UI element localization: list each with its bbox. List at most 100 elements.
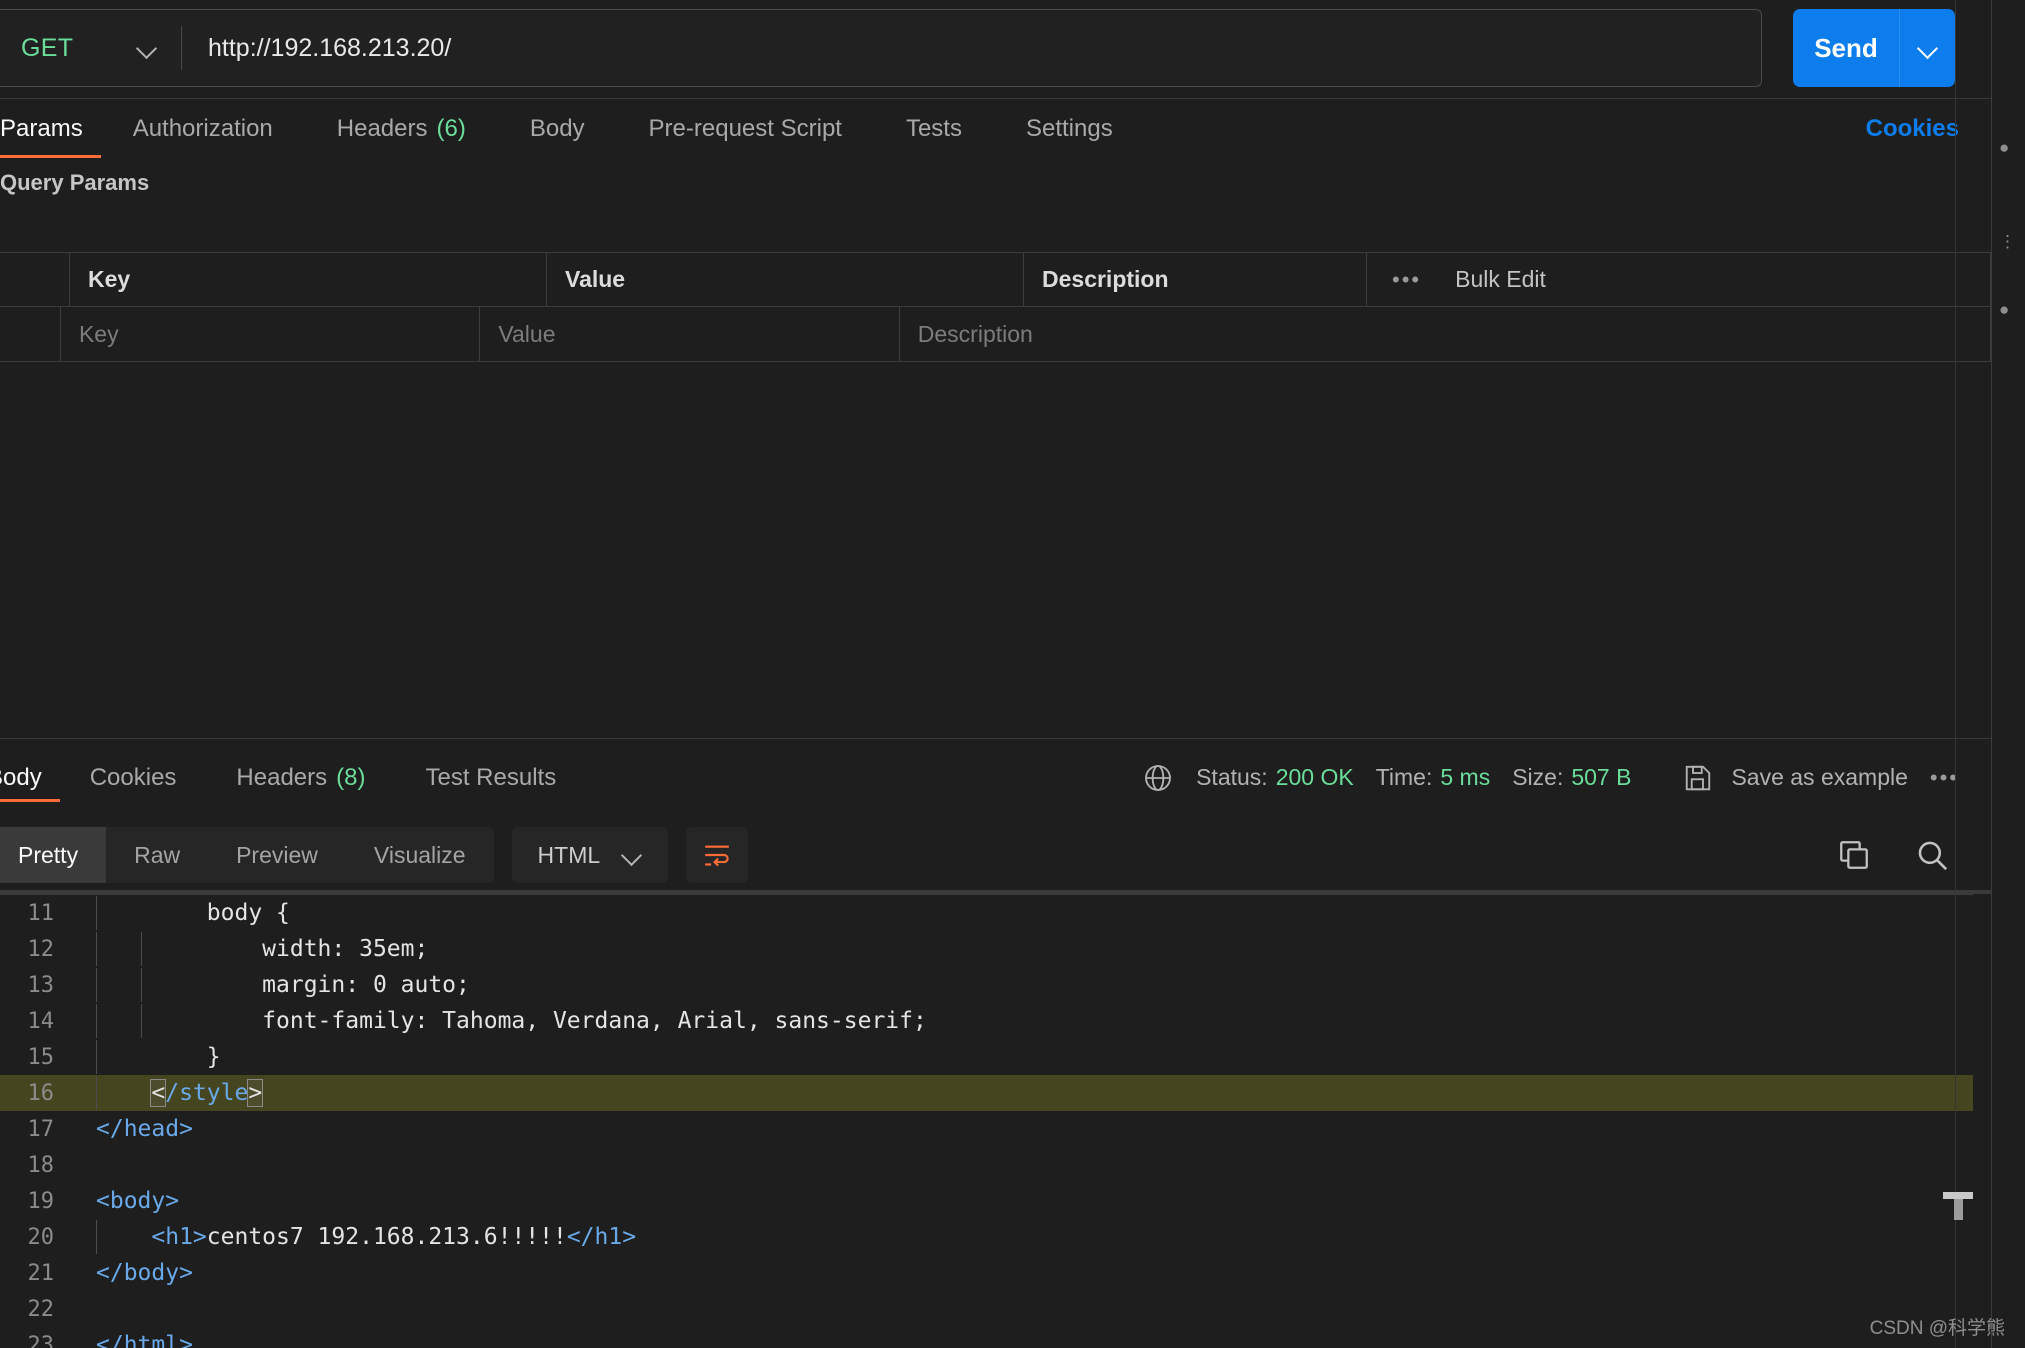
tab-label: Test Results — [425, 763, 557, 791]
tab-label: Params — [0, 114, 83, 142]
row-checkbox-cell[interactable] — [0, 307, 61, 361]
tab-label: Authorization — [132, 114, 273, 142]
table-header-row: Key Value Description ••• Bulk Edit — [0, 252, 1991, 307]
tab-label: Pre-request Script — [648, 114, 842, 142]
tab-label: Cookies — [89, 763, 177, 791]
save-as-example-label: Save as example — [1731, 764, 1908, 790]
watermark: CSDN @科学熊 — [1869, 1318, 2005, 1339]
request-bar: GET Send — [0, 0, 1991, 98]
code-line: 14 font-family: Tahoma, Verdana, Arial, … — [0, 1003, 1973, 1039]
word-wrap-button[interactable] — [686, 827, 749, 883]
code-text: <body> — [96, 1188, 180, 1214]
table-row: Key Value Description — [0, 307, 1991, 362]
info-icon[interactable]: ● — [1999, 300, 2019, 320]
code-text: body { — [70, 896, 1973, 930]
code-line: 16 </style> — [0, 1075, 1973, 1111]
time-value: 5 ms — [1440, 764, 1491, 790]
status-value: 200 OK — [1275, 764, 1354, 790]
send-button[interactable]: Send — [1793, 9, 1899, 87]
indent-guide — [141, 1004, 142, 1038]
line-number: 13 — [27, 972, 55, 998]
response-tab-test-results[interactable]: Test Results — [395, 739, 586, 816]
tab-label: Tests — [905, 114, 962, 142]
copy-icon[interactable] — [1837, 838, 1871, 872]
send-options-button[interactable] — [1899, 9, 1955, 87]
floppy-disk-icon — [1686, 765, 1711, 790]
line-number: 17 — [27, 1116, 55, 1142]
language-label: HTML — [537, 841, 601, 868]
editor-actions — [1837, 820, 1949, 890]
query-params-title: Query Params — [0, 170, 150, 195]
response-status-group: Status: 200 OK Time: 5 ms Size: 507 B Sa… — [1142, 739, 1959, 816]
url-group: GET — [0, 9, 1762, 87]
url-input[interactable] — [182, 10, 1761, 86]
view-mode-group: Pretty Raw Preview Visualize — [0, 827, 494, 883]
response-tab-body[interactable]: Body — [0, 739, 60, 816]
indent-guide — [96, 932, 97, 966]
view-mode-label: Preview — [236, 841, 318, 868]
tab-label: Body — [529, 114, 585, 142]
code-text: margin: 0 auto; — [70, 968, 1973, 1002]
line-number: 19 — [27, 1188, 55, 1214]
column-header-value: Value — [547, 253, 1024, 306]
tab-authorization[interactable]: Authorization — [101, 99, 305, 158]
code-text: width: 35em; — [70, 932, 1973, 966]
line-number: 21 — [27, 1260, 55, 1286]
tab-body[interactable]: Body — [498, 99, 617, 158]
tab-pre-request-script[interactable]: Pre-request Script — [617, 99, 874, 158]
bulk-edit-group: ••• Bulk Edit — [1367, 253, 1991, 306]
code-snippet-icon[interactable]: ⋮ — [1999, 232, 2019, 252]
value-input[interactable]: Value — [480, 307, 900, 361]
key-input[interactable]: Key — [61, 307, 481, 361]
method-selector[interactable]: GET — [0, 10, 181, 86]
tab-settings[interactable]: Settings — [994, 99, 1145, 158]
indent-guide — [96, 968, 97, 1002]
code-line: 15 } — [0, 1039, 1973, 1075]
language-selector[interactable]: HTML — [511, 827, 669, 883]
view-mode-pretty[interactable]: Pretty — [0, 827, 107, 883]
tab-tests[interactable]: Tests — [874, 99, 994, 158]
cookies-link[interactable]: Cookies — [1866, 99, 1959, 158]
response-tab-bar: Body Cookies Headers (8) Test Results St… — [0, 738, 1991, 816]
view-mode-label: Pretty — [18, 841, 79, 868]
indent-guide — [96, 1004, 97, 1038]
comment-icon[interactable]: ● — [1999, 138, 2019, 158]
word-wrap-icon — [705, 845, 729, 867]
line-number: 18 — [27, 1152, 55, 1178]
line-number: 23 — [27, 1332, 55, 1348]
more-options-icon[interactable]: ••• — [1392, 267, 1421, 293]
line-number: 11 — [27, 900, 55, 926]
text-cursor-marker — [1943, 1192, 1973, 1220]
search-icon[interactable] — [1915, 838, 1949, 872]
indent-guide — [96, 1040, 97, 1074]
save-as-example-button[interactable]: Save as example — [1683, 763, 1908, 793]
view-mode-raw[interactable]: Raw — [106, 827, 208, 883]
status-label: Status: — [1196, 764, 1268, 790]
view-mode-visualize[interactable]: Visualize — [346, 827, 494, 883]
response-tab-cookies[interactable]: Cookies — [60, 739, 207, 816]
indent-guide — [96, 896, 97, 930]
select-all-checkbox-cell[interactable] — [0, 253, 70, 306]
line-number: 22 — [27, 1296, 55, 1322]
tab-label: Headers — [336, 114, 428, 142]
description-input[interactable]: Description — [900, 307, 1991, 361]
response-tab-headers[interactable]: Headers (8) — [206, 739, 395, 816]
code-line: 18 — [0, 1147, 1973, 1183]
code-text: </head> — [96, 1116, 193, 1142]
indent-guide — [96, 1076, 97, 1110]
chevron-down-icon — [137, 38, 157, 58]
column-header-description: Description — [1024, 253, 1367, 306]
tab-headers[interactable]: Headers (6) — [305, 99, 498, 158]
tab-label: Settings — [1025, 114, 1113, 142]
bulk-edit-button[interactable]: Bulk Edit — [1455, 266, 1546, 293]
line-number: 15 — [27, 1044, 55, 1070]
tab-params[interactable]: Params — [0, 99, 101, 158]
chevron-down-icon — [1918, 38, 1938, 58]
code-line: 13 margin: 0 auto; — [0, 967, 1973, 1003]
response-body-code-editor[interactable]: 11 body {12 width: 35em; 13 margin: 0 aut… — [0, 894, 1973, 1348]
view-mode-preview[interactable]: Preview — [208, 827, 346, 883]
code-line: 22 — [0, 1291, 1973, 1327]
code-text: } — [70, 1040, 1973, 1074]
code-text: <h1>centos7 192.168.213.6!!!!!</h1> — [70, 1220, 1973, 1254]
code-line: 23 </html> — [0, 1327, 1973, 1348]
